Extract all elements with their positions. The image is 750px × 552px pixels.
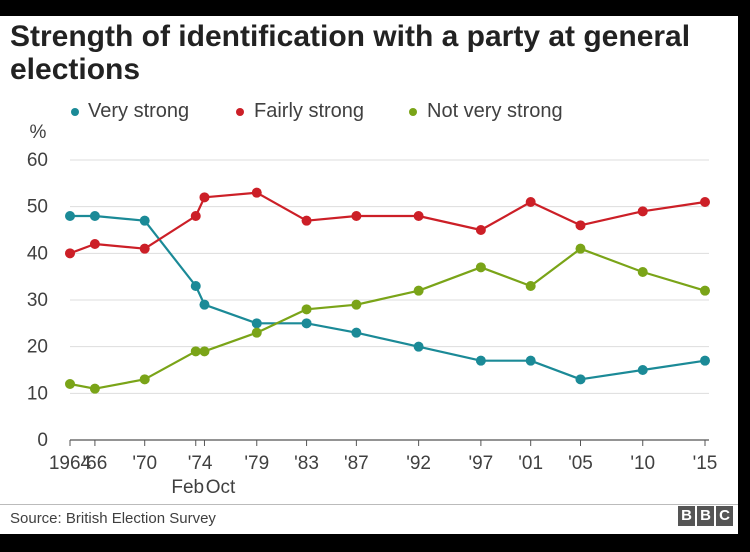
chart-card: Strength of identification with a party …: [0, 16, 738, 534]
data-point: [65, 248, 75, 259]
source-note: Source: British Election Survey: [10, 510, 216, 527]
bbc-logo-letter: C: [716, 506, 733, 526]
data-point: [89, 239, 100, 249]
data-point: [190, 346, 201, 357]
x-tick-label: '10: [630, 453, 655, 474]
data-point: [190, 281, 201, 291]
y-tick-label: 20: [27, 337, 48, 358]
data-point: [139, 243, 150, 254]
data-point: [199, 299, 210, 310]
bbc-logo-letter: B: [678, 506, 695, 526]
data-point: [251, 318, 262, 329]
y-tick-label: 0: [37, 430, 48, 451]
data-point: [199, 346, 210, 357]
data-point: [89, 383, 100, 394]
data-point: [475, 262, 486, 273]
data-point: [301, 215, 312, 226]
x-tick-label: '70: [132, 453, 157, 474]
x-tick-label: '92: [406, 453, 431, 474]
data-point: [251, 187, 262, 198]
x-tick-label: '79: [244, 453, 269, 474]
data-point: [351, 211, 362, 221]
data-point: [413, 285, 424, 296]
x-tick-label: '83: [294, 453, 319, 474]
line-chart: 0102030405060%1964'66'70'74'79'83'87'92 '…: [27, 122, 718, 498]
data-point: [637, 267, 648, 277]
data-point: [351, 299, 362, 310]
data-point: [637, 365, 648, 375]
y-axis-unit-label: %: [30, 122, 47, 143]
data-point: [700, 355, 710, 366]
data-point: [199, 192, 210, 203]
data-point: [413, 211, 424, 221]
data-point: [700, 197, 710, 207]
data-point: [139, 374, 150, 385]
source-divider: [0, 504, 738, 505]
x-tick-label: '74: [188, 453, 213, 474]
series-line: [69, 247, 706, 390]
data-point: [301, 318, 312, 329]
x-sub-tick-label: Feb: [171, 477, 204, 498]
x-tick-label: '87: [344, 453, 369, 474]
data-point: [575, 243, 586, 254]
data-point: [190, 211, 201, 221]
data-point: [89, 211, 100, 221]
bbc-logo-letter: B: [697, 506, 714, 526]
data-point: [475, 355, 486, 366]
y-tick-label: 30: [27, 290, 48, 311]
data-point: [525, 197, 536, 207]
data-point: [301, 304, 312, 315]
x-tick-label: '97: [468, 453, 493, 474]
data-point: [475, 225, 486, 235]
data-point: [575, 220, 586, 231]
y-tick-label: 60: [27, 150, 48, 171]
y-tick-label: 10: [27, 383, 48, 404]
data-point: [575, 374, 586, 385]
series-line: [69, 191, 706, 255]
x-tick-label: '05: [568, 453, 593, 474]
data-point: [351, 327, 362, 338]
x-sub-tick-label: Oct: [206, 477, 236, 498]
data-point: [413, 341, 424, 352]
x-tick-label: '01: [518, 453, 543, 474]
data-point: [139, 215, 150, 226]
x-tick-label: '66: [83, 453, 108, 474]
y-tick-label: 40: [27, 243, 48, 264]
data-point: [525, 281, 536, 291]
data-point: [637, 206, 648, 217]
data-point: [525, 355, 536, 366]
data-point: [700, 285, 710, 296]
y-tick-label: 50: [27, 197, 48, 218]
bbc-logo: B B C: [678, 506, 738, 528]
data-point: [251, 327, 262, 338]
x-tick-label: '15: [693, 453, 718, 474]
data-point: [65, 379, 75, 389]
data-point: [65, 211, 75, 221]
